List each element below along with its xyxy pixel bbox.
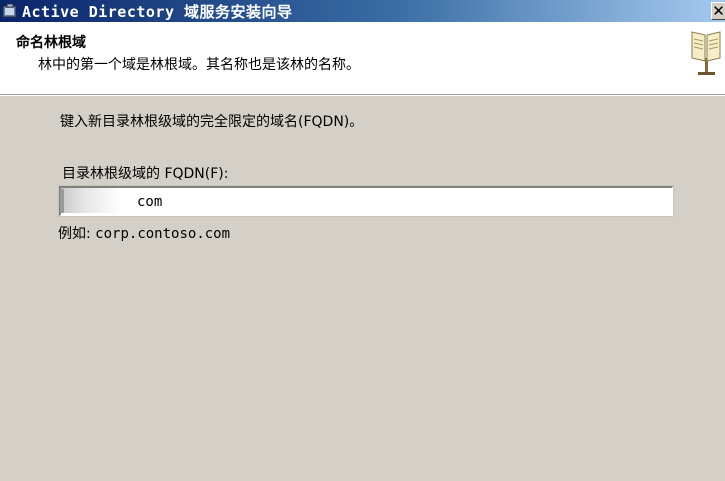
text-cursor [60, 189, 64, 213]
redacted-domain-prefix [61, 188, 123, 213]
example-value: corp.contoso.com [95, 226, 231, 242]
instruction-text: 键入新目录林根级域的完全限定的域名(FQDN)。 [60, 114, 364, 130]
book-icon [691, 31, 721, 75]
wizard-content: 键入新目录林根级域的完全限定的域名(FQDN)。 目录林根级域的 FQDN(F)… [0, 95, 725, 481]
page-title: 命名林根域 [16, 35, 86, 51]
example-text: 例如: corp.contoso.com [58, 223, 230, 243]
page-subtitle: 林中的第一个域是林根域。其名称也是该林的名称。 [38, 57, 360, 73]
close-icon: ✕ [712, 2, 725, 20]
window-title: Active Directory 域服务安装向导 [22, 2, 293, 21]
close-button[interactable]: ✕ [711, 2, 725, 20]
wizard-window: Active Directory 域服务安装向导 ✕ 命名林根域 林中的第一个域… [0, 0, 725, 481]
fqdn-input[interactable] [58, 185, 674, 217]
setup-wizard-icon [2, 3, 17, 18]
wizard-header: 命名林根域 林中的第一个域是林根域。其名称也是该林的名称。 [0, 22, 725, 95]
fqdn-label: 目录林根级域的 FQDN(F): [62, 166, 229, 182]
title-bar[interactable]: Active Directory 域服务安装向导 ✕ [0, 0, 725, 22]
example-prefix: 例如: [58, 226, 91, 242]
